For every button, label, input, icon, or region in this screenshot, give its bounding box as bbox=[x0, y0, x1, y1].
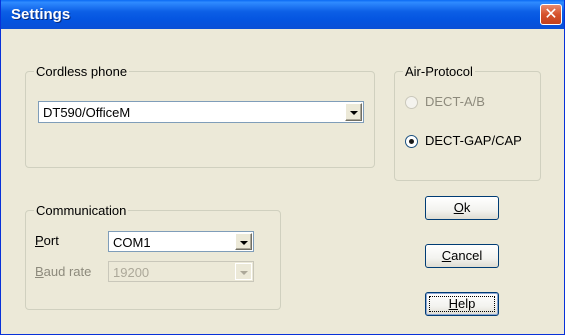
cordless-phone-select[interactable]: DT590/OfficeM bbox=[38, 101, 364, 123]
chevron-down-icon bbox=[240, 271, 248, 275]
cordless-phone-dropdown-button[interactable] bbox=[345, 103, 362, 121]
help-button[interactable]: Help bbox=[425, 292, 499, 316]
window-title: Settings bbox=[11, 6, 71, 23]
baud-rate-label: Baud rate bbox=[35, 264, 92, 279]
air-protocol-legend: Air-Protocol bbox=[403, 64, 475, 79]
port-value: COM1 bbox=[113, 235, 151, 250]
port-select[interactable]: COM1 bbox=[108, 231, 254, 252]
ok-button[interactable]: Ok bbox=[425, 196, 499, 220]
baud-rate-dropdown-button[interactable] bbox=[235, 263, 252, 280]
baud-rate-select[interactable]: 19200 bbox=[108, 261, 254, 282]
radio-dect-gap-cap[interactable] bbox=[405, 135, 418, 148]
cordless-phone-legend: Cordless phone bbox=[34, 64, 130, 79]
baud-rate-value: 19200 bbox=[113, 265, 150, 280]
cordless-phone-value: DT590/OfficeM bbox=[43, 105, 131, 120]
port-label: Port bbox=[35, 233, 59, 248]
radio-dect-ab-label: DECT-A/B bbox=[425, 94, 485, 109]
focus-ring bbox=[429, 296, 495, 312]
cancel-button[interactable]: Cancel bbox=[425, 244, 499, 268]
chevron-down-icon bbox=[240, 241, 248, 245]
close-icon: ✕ bbox=[544, 4, 558, 23]
settings-dialog: Settings ✕ Cordless phone DT590/OfficeM … bbox=[0, 0, 565, 335]
title-bar[interactable]: Settings ✕ bbox=[1, 0, 564, 29]
close-button[interactable]: ✕ bbox=[540, 4, 562, 25]
air-protocol-group: Air-Protocol DECT-A/B DECT-GAP/CAP bbox=[394, 64, 541, 181]
radio-dect-ab[interactable] bbox=[405, 96, 418, 109]
radio-dect-gap-cap-label: DECT-GAP/CAP bbox=[425, 133, 522, 148]
port-dropdown-button[interactable] bbox=[235, 233, 252, 250]
cordless-phone-group: Cordless phone DT590/OfficeM bbox=[25, 64, 375, 168]
radio-selected-dot bbox=[409, 139, 414, 144]
chevron-down-icon bbox=[350, 111, 358, 115]
communication-legend: Communication bbox=[34, 203, 129, 218]
communication-group: Communication Port COM1 Baud rate 19200 bbox=[25, 203, 281, 310]
